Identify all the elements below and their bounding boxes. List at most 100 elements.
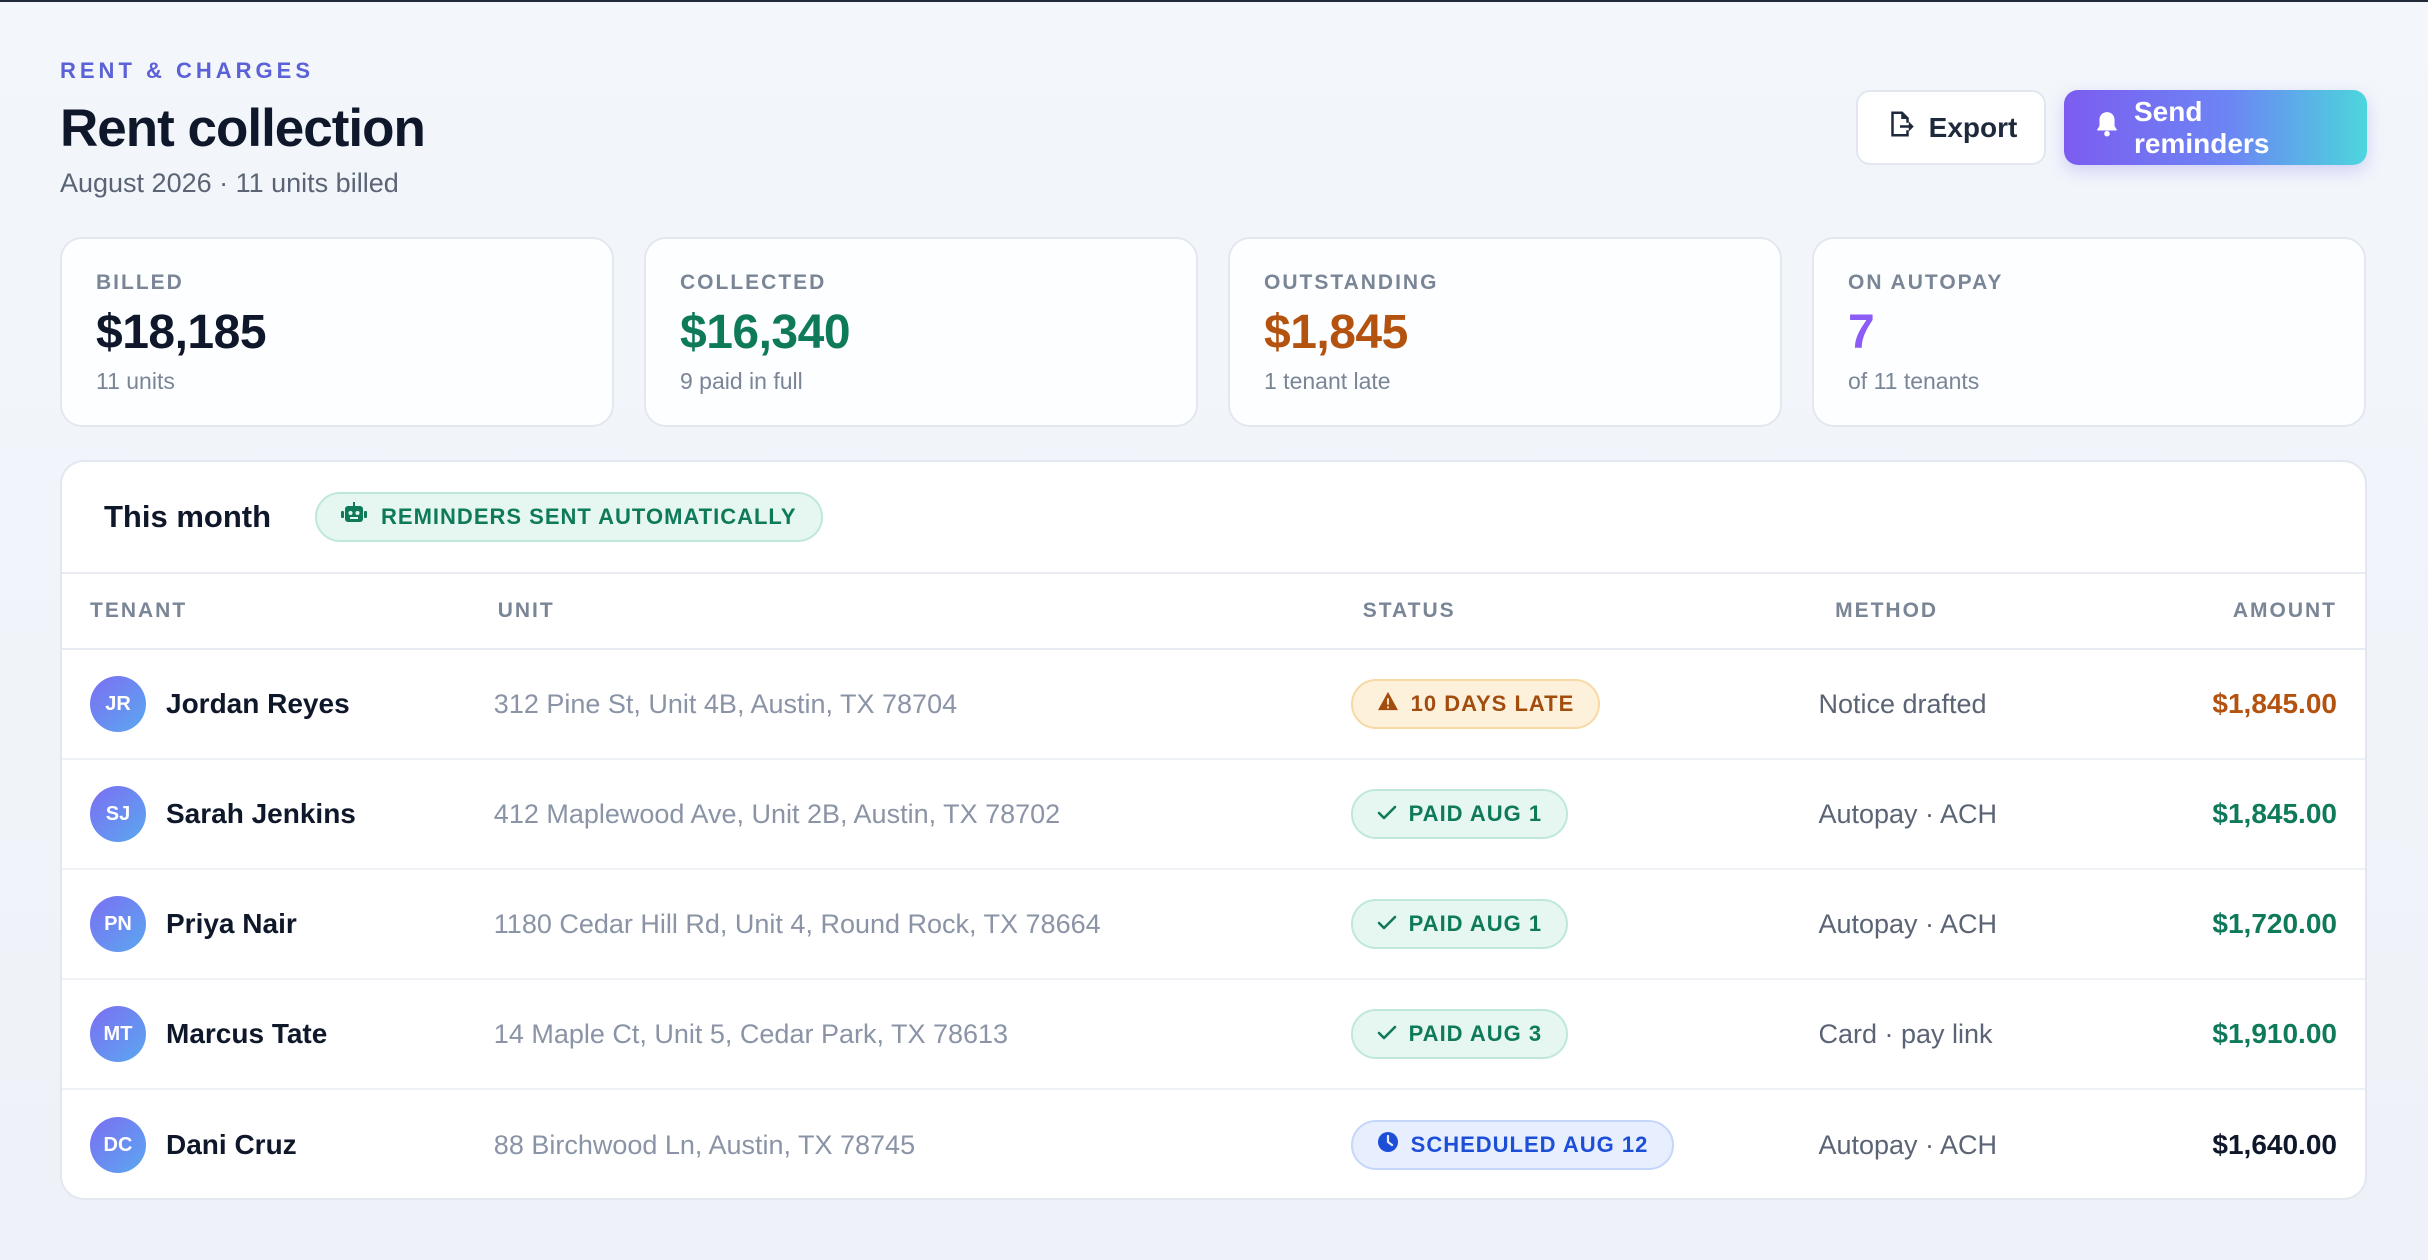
status-cell: PAID AUG 1	[1350, 789, 1819, 839]
payment-method: Autopay · ACH	[1818, 1129, 1998, 1160]
send-reminders-button[interactable]: Send reminders	[2064, 90, 2367, 165]
amount-value: $1,720.00	[2212, 908, 2337, 939]
method-cell: Card · pay link	[1818, 1019, 2212, 1050]
clock-icon	[1377, 1131, 1399, 1159]
tenant-cell: PN Priya Nair	[62, 896, 494, 952]
unit-address: 312 Pine St, Unit 4B, Austin, TX 78704	[493, 688, 958, 719]
method-cell: Autopay · ACH	[1818, 1130, 2212, 1161]
status-badge: 10 DAYS LATE	[1350, 679, 1601, 729]
avatar: JR	[90, 676, 146, 732]
warning-icon	[1377, 691, 1399, 717]
stat-card-billed: BILLED $18,185 11 units	[60, 237, 614, 427]
unit-address: 88 Birchwood Ln, Austin, TX 78745	[493, 1129, 916, 1160]
stat-value: 7	[1848, 306, 1875, 359]
amount-value: $1,640.00	[2212, 1129, 2337, 1160]
tenant-name[interactable]: Priya Nair	[166, 908, 297, 940]
bell-icon	[2094, 110, 2120, 145]
stat-value: $16,340	[680, 306, 851, 359]
stat-label: ON AUTOPAY	[1848, 271, 2004, 294]
tenant-cell: JR Jordan Reyes	[62, 676, 494, 732]
stats-row: BILLED $18,185 11 units COLLECTED $16,34…	[60, 237, 2366, 427]
tenant-cell: SJ Sarah Jenkins	[62, 786, 494, 842]
column-header-status[interactable]: STATUS	[1363, 599, 1835, 623]
table-row[interactable]: JR Jordan Reyes 312 Pine St, Unit 4B, Au…	[62, 650, 2365, 760]
stat-card-autopay: ON AUTOPAY 7 of 11 tenants	[1812, 237, 2366, 427]
status-label: PAID AUG 1	[1408, 801, 1543, 826]
stat-card-collected: COLLECTED $16,340 9 paid in full	[644, 237, 1198, 427]
page-title: Rent collection	[60, 99, 426, 158]
stat-label: OUTSTANDING	[1264, 271, 1439, 294]
table-header: TENANT UNIT STATUS METHOD AMOUNT	[62, 574, 2365, 650]
rent-table-card: This month REMINDERS SENT AUTOMATICALLY	[60, 460, 2367, 1200]
avatar: SJ	[90, 786, 146, 842]
avatar: PN	[90, 896, 146, 952]
table-body: JR Jordan Reyes 312 Pine St, Unit 4B, Au…	[62, 650, 2365, 1198]
column-header-amount[interactable]: AMOUNT	[2233, 599, 2365, 623]
status-cell: PAID AUG 1	[1350, 899, 1819, 949]
avatar: MT	[90, 1006, 146, 1062]
method-cell: Autopay · ACH	[1818, 799, 2212, 830]
status-label: PAID AUG 3	[1408, 1021, 1543, 1046]
amount-cell: $1,720.00	[2212, 908, 2365, 940]
amount-value: $1,845.00	[2212, 798, 2337, 829]
unit-address: 412 Maplewood Ave, Unit 2B, Austin, TX 7…	[493, 798, 1061, 829]
status-badge: PAID AUG 1	[1350, 789, 1569, 839]
tenant-name[interactable]: Marcus Tate	[166, 1018, 327, 1050]
tenant-name[interactable]: Jordan Reyes	[166, 688, 350, 720]
auto-reminders-badge: REMINDERS SENT AUTOMATICALLY	[315, 492, 823, 542]
tenant-cell: DC Dani Cruz	[62, 1117, 494, 1173]
unit-address: 1180 Cedar Hill Rd, Unit 4, Round Rock, …	[493, 908, 1101, 939]
stat-label: BILLED	[96, 271, 184, 294]
amount-value: $1,910.00	[2212, 1018, 2337, 1049]
payment-method: Card · pay link	[1818, 1018, 1993, 1049]
page-subtitle: August 2026 · 11 units billed	[60, 168, 399, 198]
column-header-unit[interactable]: UNIT	[498, 599, 1363, 623]
status-cell: SCHEDULED AUG 12	[1350, 1120, 1819, 1170]
table-row[interactable]: DC Dani Cruz 88 Birchwood Ln, Austin, TX…	[62, 1090, 2365, 1198]
tenant-cell: MT Marcus Tate	[62, 1006, 494, 1062]
page-eyebrow: RENT & CHARGES	[60, 58, 315, 83]
stat-label: COLLECTED	[680, 271, 827, 294]
tenant-name[interactable]: Dani Cruz	[166, 1129, 297, 1161]
stat-value: $1,845	[1264, 306, 1408, 359]
unit-cell: 312 Pine St, Unit 4B, Austin, TX 78704	[494, 689, 1351, 720]
payment-method: Autopay · ACH	[1818, 798, 1998, 829]
method-cell: Notice drafted	[1818, 689, 2212, 720]
payment-method: Notice drafted	[1818, 688, 1987, 719]
amount-cell: $1,640.00	[2212, 1129, 2365, 1161]
check-icon	[1377, 1021, 1397, 1047]
check-icon	[1377, 801, 1397, 827]
table-row[interactable]: MT Marcus Tate 14 Maple Ct, Unit 5, Ceda…	[62, 980, 2365, 1090]
stat-sub: 9 paid in full	[680, 368, 803, 394]
unit-cell: 412 Maplewood Ave, Unit 2B, Austin, TX 7…	[494, 799, 1351, 830]
status-badge: PAID AUG 1	[1350, 899, 1569, 949]
stat-card-outstanding: OUTSTANDING $1,845 1 tenant late	[1228, 237, 1782, 427]
table-row[interactable]: PN Priya Nair 1180 Cedar Hill Rd, Unit 4…	[62, 870, 2365, 980]
status-cell: PAID AUG 3	[1350, 1009, 1819, 1059]
unit-cell: 88 Birchwood Ln, Austin, TX 78745	[494, 1130, 1351, 1161]
status-cell: 10 DAYS LATE	[1350, 679, 1819, 729]
stat-sub: 11 units	[96, 368, 175, 394]
stat-value: $18,185	[96, 306, 267, 359]
unit-address: 14 Maple Ct, Unit 5, Cedar Park, TX 7861…	[493, 1018, 1009, 1049]
status-label: PAID AUG 1	[1408, 911, 1543, 936]
export-button[interactable]: Export	[1856, 90, 2046, 165]
status-label: 10 DAYS LATE	[1410, 691, 1575, 716]
robot-icon	[341, 502, 368, 532]
table-row[interactable]: SJ Sarah Jenkins 412 Maplewood Ave, Unit…	[62, 760, 2365, 870]
table-card-header: This month REMINDERS SENT AUTOMATICALLY	[62, 462, 2365, 574]
amount-cell: $1,910.00	[2212, 1018, 2365, 1050]
amount-cell: $1,845.00	[2212, 798, 2365, 830]
column-header-method[interactable]: METHOD	[1835, 599, 2233, 623]
amount-cell: $1,845.00	[2212, 688, 2365, 720]
tenant-name[interactable]: Sarah Jenkins	[166, 798, 356, 830]
unit-cell: 1180 Cedar Hill Rd, Unit 4, Round Rock, …	[494, 909, 1351, 940]
export-file-icon	[1885, 109, 1915, 146]
stat-sub: 1 tenant late	[1264, 368, 1391, 394]
header-actions: Export Send reminders	[1856, 90, 2367, 165]
send-reminders-label: Send reminders	[2134, 95, 2270, 159]
column-header-tenant[interactable]: TENANT	[62, 599, 498, 623]
unit-cell: 14 Maple Ct, Unit 5, Cedar Park, TX 7861…	[494, 1019, 1351, 1050]
status-label: SCHEDULED AUG 12	[1410, 1132, 1649, 1157]
status-badge: SCHEDULED AUG 12	[1350, 1120, 1675, 1170]
